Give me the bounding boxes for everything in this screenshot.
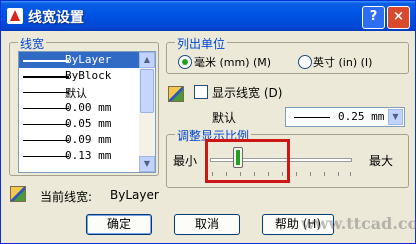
default-label: 默认 bbox=[212, 111, 237, 125]
lineweight-sample bbox=[23, 124, 69, 125]
scroll-down-icon[interactable]: ▼ bbox=[139, 156, 155, 172]
scroll-thumb[interactable] bbox=[140, 69, 154, 113]
close-button[interactable]: × bbox=[387, 6, 410, 29]
default-lineweight-select[interactable]: 0.25 mm ▼ bbox=[285, 107, 405, 127]
mm-radio-label[interactable]: 毫米 (mm) (M) bbox=[194, 54, 271, 70]
dialog-title: 线宽设置 bbox=[28, 10, 84, 26]
layer-icon bbox=[168, 86, 184, 102]
inch-radio[interactable] bbox=[298, 55, 312, 69]
list-item[interactable]: ByBlock bbox=[19, 68, 155, 84]
list-item[interactable]: ByLayer bbox=[19, 52, 155, 68]
list-item-label: 0.00 mm bbox=[65, 101, 112, 114]
list-item[interactable]: 0.05 mm bbox=[19, 116, 155, 132]
list-item[interactable]: 0.13 mm bbox=[19, 148, 155, 164]
lineweight-sample bbox=[23, 156, 69, 157]
lineweight-sample bbox=[23, 140, 69, 141]
slider-tick bbox=[338, 172, 339, 176]
title-bar: 线宽设置 ? × bbox=[1, 1, 415, 31]
mm-radio[interactable] bbox=[178, 55, 192, 69]
list-scrollbar[interactable]: ▲ ▼ bbox=[139, 52, 155, 172]
display-lineweight-label[interactable]: 显示线宽 (D) bbox=[212, 84, 282, 101]
scroll-up-icon[interactable]: ▲ bbox=[139, 52, 155, 68]
scale-max-label: 最大 bbox=[369, 154, 394, 168]
lineweight-sample bbox=[23, 76, 69, 78]
slider-tick bbox=[296, 172, 297, 176]
lineweight-sample bbox=[23, 92, 69, 93]
app-icon bbox=[7, 8, 23, 24]
list-item[interactable]: 默认 bbox=[19, 84, 155, 100]
cancel-button[interactable]: 取消 bbox=[174, 214, 240, 235]
lineweight-sample bbox=[294, 117, 330, 118]
list-item-label: ByLayer bbox=[65, 53, 112, 66]
chevron-down-icon[interactable]: ▼ bbox=[388, 109, 403, 125]
lineweight-settings-dialog: 线宽设置 ? × 线宽 ByLayer ByBlock 默认 0.00 mm 0… bbox=[0, 0, 416, 244]
help-titlebar-button[interactable]: ? bbox=[362, 6, 385, 29]
lineweight-list[interactable]: ByLayer ByBlock 默认 0.00 mm 0.05 mm 0.09 … bbox=[18, 51, 156, 173]
ok-button[interactable]: 确定 bbox=[86, 214, 152, 235]
default-lineweight-value: 0.25 mm bbox=[338, 110, 385, 123]
layer-icon bbox=[10, 186, 26, 202]
list-item-label: 默认 bbox=[65, 87, 87, 100]
list-item-label: 0.13 mm bbox=[65, 149, 112, 162]
list-item[interactable]: 0.09 mm bbox=[19, 132, 155, 148]
slider-tick bbox=[350, 172, 351, 176]
inch-radio-label[interactable]: 英寸 (in) (I) bbox=[313, 54, 372, 70]
lineweight-group-title: 线宽 bbox=[18, 35, 47, 52]
scale-min-label: 最小 bbox=[173, 154, 198, 168]
current-lineweight-label: 当前线宽: bbox=[40, 190, 93, 204]
highlight-box bbox=[205, 139, 290, 183]
units-group-title: 列出单位 bbox=[175, 35, 228, 52]
list-item-label: 0.09 mm bbox=[65, 133, 112, 146]
slider-tick bbox=[310, 172, 311, 176]
lineweight-sample bbox=[23, 60, 69, 62]
list-item-label: 0.05 mm bbox=[65, 117, 112, 130]
lineweight-sample bbox=[23, 108, 69, 109]
current-lineweight-value: ByLayer bbox=[110, 188, 159, 202]
list-item[interactable]: 0.00 mm bbox=[19, 100, 155, 116]
list-item-label: ByBlock bbox=[65, 69, 112, 82]
display-lineweight-checkbox[interactable] bbox=[194, 85, 208, 99]
watermark: www.ttcad.com bbox=[301, 214, 416, 233]
slider-tick bbox=[324, 172, 325, 176]
